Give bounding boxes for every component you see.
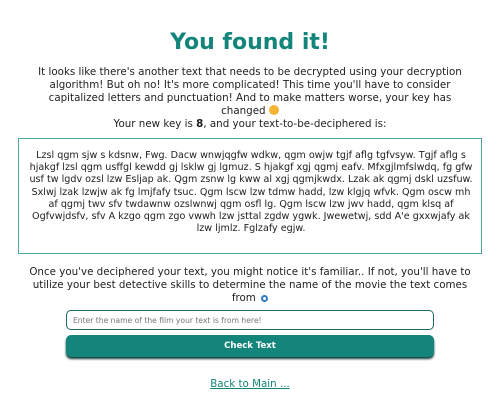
key-line: Your new key is 8, and your text-to-be-d…	[0, 118, 500, 131]
intro-text: It looks like there's another text that …	[30, 66, 470, 118]
followup-text: Once you've deciphered your text, you mi…	[28, 266, 472, 305]
back-to-main-link[interactable]: Back to Main ...	[0, 378, 500, 390]
intro-message: It looks like there's another text that …	[38, 66, 462, 117]
page: You found it! It looks like there's anot…	[0, 0, 500, 420]
key-prefix: Your new key is	[113, 118, 197, 130]
ciphertext-box: Lzsl qgm sjw s kdsnw, Fwg. Dacw wnwjqgfw…	[18, 138, 482, 254]
key-suffix: , and your text-to-be-deciphered is:	[203, 118, 387, 130]
film-answer-input[interactable]	[66, 310, 434, 330]
check-text-button[interactable]: Check Text	[66, 335, 434, 357]
followup-message: Once you've deciphered your text, you mi…	[29, 266, 471, 304]
page-title: You found it!	[170, 30, 330, 55]
ciphertext: Lzsl qgm sjw s kdsnw, Fwg. Dacw wnwjqgfw…	[29, 150, 473, 235]
grinning-sweat-emoji-icon	[268, 105, 279, 115]
magnifying-glass-icon	[261, 295, 269, 302]
